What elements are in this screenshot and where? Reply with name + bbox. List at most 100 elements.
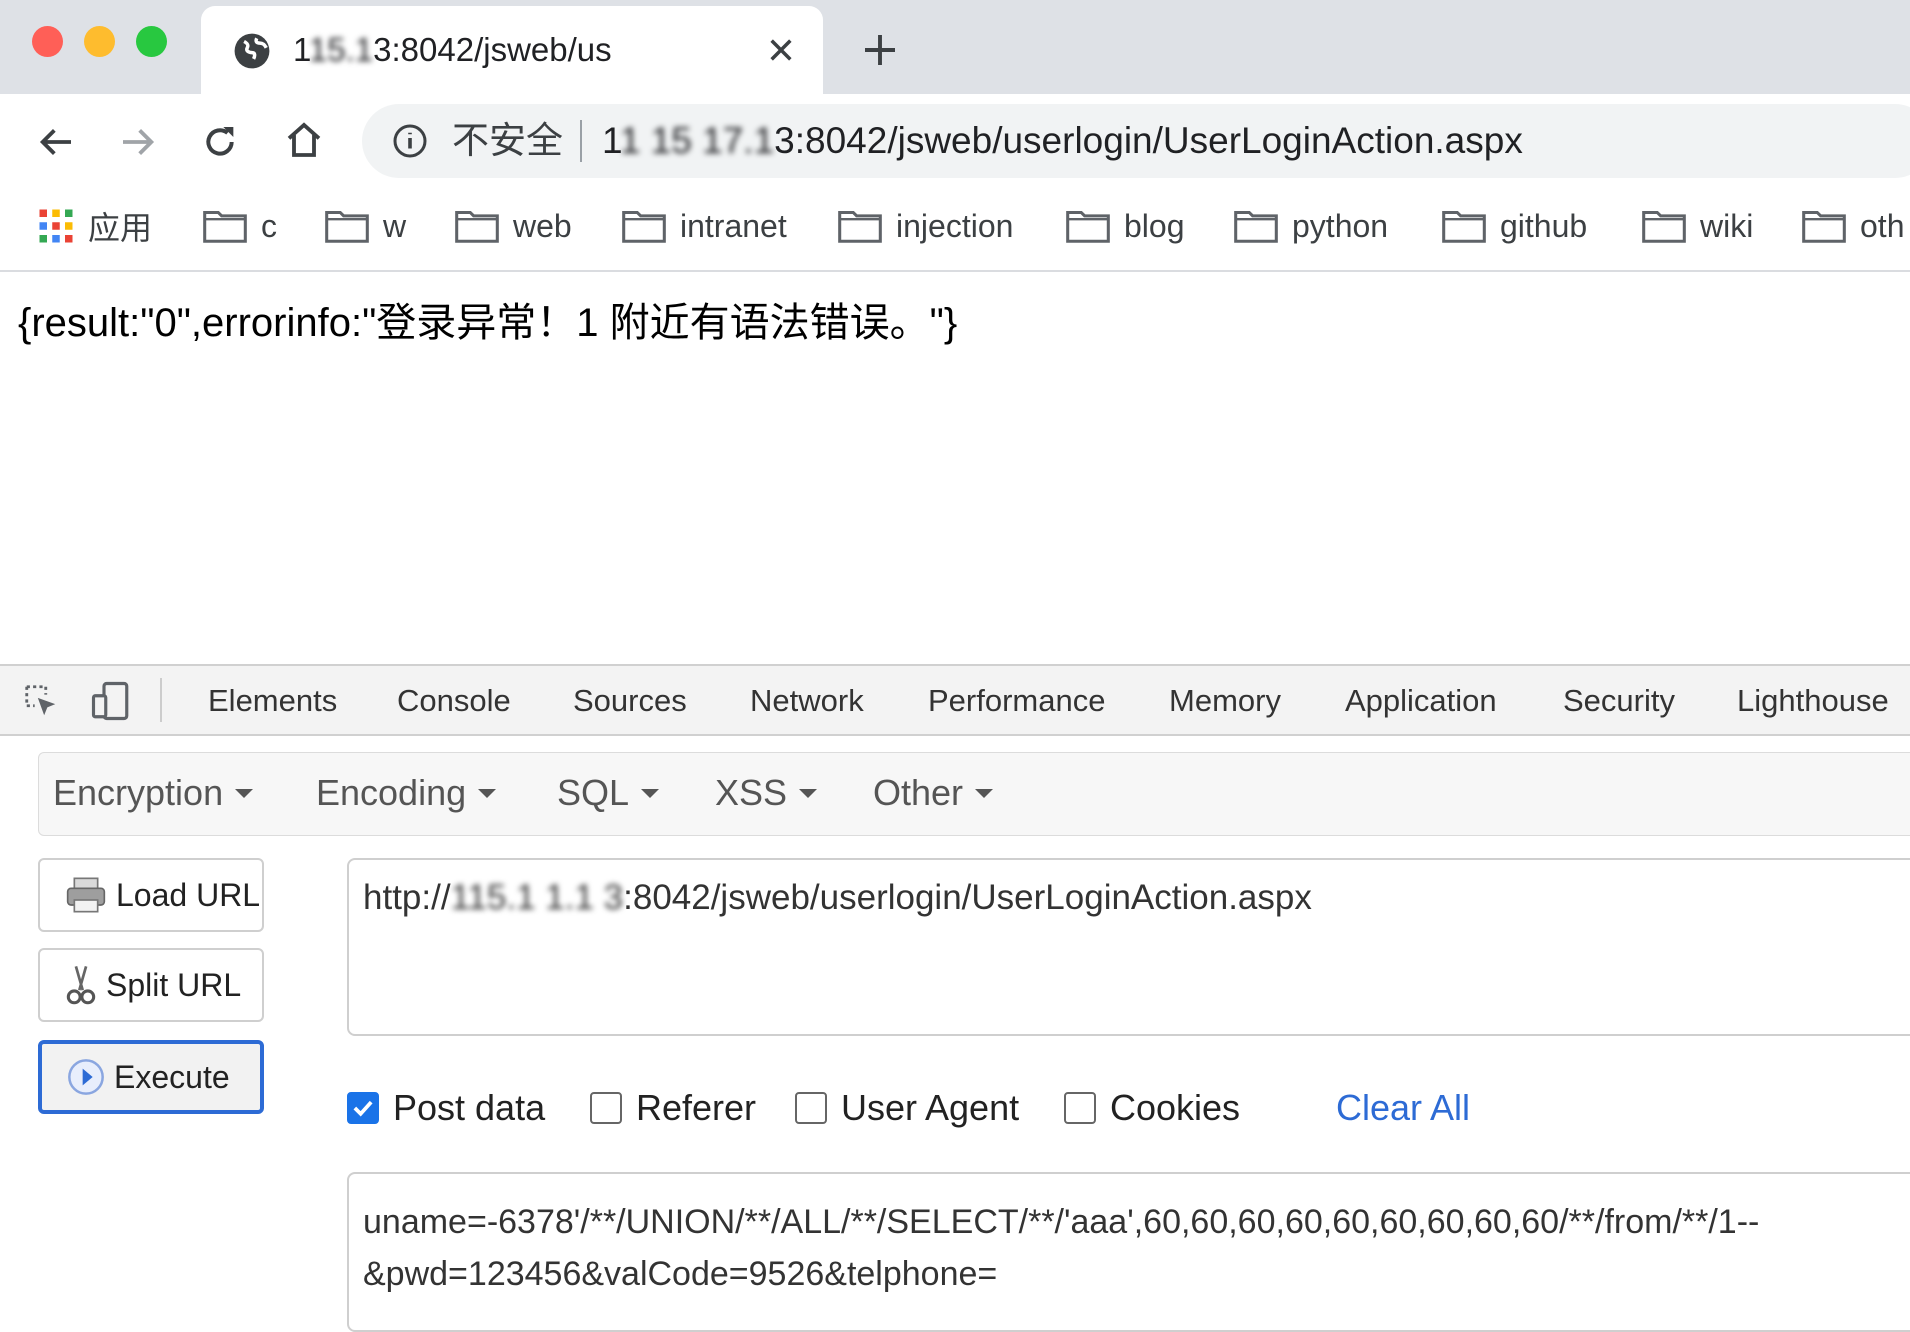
close-icon[interactable]: [767, 36, 795, 64]
tab-console[interactable]: Console: [397, 682, 511, 720]
globe-icon: [233, 32, 271, 70]
folder-icon: [203, 209, 247, 243]
option-label: Referer: [636, 1087, 757, 1128]
browser-tab[interactable]: 115.13:8042/jsweb/us: [201, 6, 823, 94]
post-data-line: &pwd=123456&valCode=9526&telphone=: [363, 1255, 998, 1293]
minimize-window-button[interactable]: [84, 26, 115, 57]
referer-checkbox[interactable]: [590, 1092, 622, 1124]
bookmark-folder[interactable]: c: [203, 204, 277, 248]
cookies-option[interactable]: Cookies: [1064, 1086, 1240, 1130]
bookmark-label: c: [261, 207, 277, 244]
clear-all-link[interactable]: Clear All: [1336, 1086, 1470, 1130]
execute-button[interactable]: Execute: [38, 1040, 264, 1114]
load-url-button[interactable]: Load URL: [38, 858, 264, 932]
omnibox-divider: [580, 120, 582, 162]
button-label: Execute: [114, 1058, 230, 1095]
folder-icon: [1802, 209, 1846, 243]
tab-security[interactable]: Security: [1563, 682, 1675, 720]
tab-performance[interactable]: Performance: [928, 682, 1105, 720]
bookmark-label: python: [1292, 207, 1389, 244]
cookies-checkbox[interactable]: [1064, 1092, 1096, 1124]
folder-icon: [838, 209, 882, 243]
hackbar-menu-bar: Encryption Encoding SQL XSS Other: [38, 752, 1910, 836]
home-icon[interactable]: [284, 120, 324, 160]
redacted-host: 15.1: [308, 31, 374, 68]
folder-icon: [1442, 209, 1486, 243]
option-label: Post data: [393, 1087, 546, 1128]
menu-sql[interactable]: SQL: [557, 773, 660, 813]
security-label[interactable]: 不安全: [452, 121, 563, 161]
device-toolbar-icon[interactable]: [90, 680, 132, 722]
post-data-option[interactable]: Post data: [347, 1086, 545, 1130]
bookmark-folder[interactable]: w: [325, 204, 406, 248]
bookmark-folder[interactable]: intranet: [622, 204, 787, 248]
scissors-icon: [64, 963, 98, 1007]
tab-memory[interactable]: Memory: [1169, 682, 1281, 720]
post-data-line: uname=-6378'/**/UNION/**/ALL/**/SELECT/*…: [363, 1203, 1760, 1241]
referer-option[interactable]: Referer: [590, 1086, 756, 1130]
split-url-button[interactable]: Split URL: [38, 948, 264, 1022]
tab-sources[interactable]: Sources: [573, 682, 687, 720]
bookmark-apps[interactable]: 应用: [38, 204, 152, 248]
bookmark-folder[interactable]: web: [455, 204, 572, 248]
bookmark-folder[interactable]: blog: [1066, 204, 1185, 248]
redacted-host: 1 15 17.1: [619, 120, 775, 161]
devtools-tab-bar: Elements Console Sources Network Perform…: [0, 666, 1910, 736]
menu-encryption[interactable]: Encryption: [53, 773, 254, 813]
inspect-element-icon[interactable]: [22, 682, 60, 720]
apps-grid-icon: [38, 208, 74, 244]
bookmark-label: web: [513, 207, 572, 244]
post-data-checkbox[interactable]: [347, 1092, 379, 1124]
caret-down-icon: [641, 788, 660, 798]
caret-down-icon: [235, 788, 254, 798]
close-window-button[interactable]: [32, 26, 63, 57]
tab-strip: 115.13:8042/jsweb/us: [0, 0, 1910, 94]
url-text[interactable]: 11 15 17.13:8042/jsweb/userlogin/UserLog…: [602, 121, 1523, 161]
option-label: Cookies: [1110, 1087, 1241, 1128]
bookmark-folder[interactable]: github: [1442, 204, 1587, 248]
menu-encoding[interactable]: Encoding: [316, 773, 497, 813]
info-icon[interactable]: [392, 123, 428, 159]
tab-title: 115.13:8042/jsweb/us: [293, 31, 612, 68]
button-label: Split URL: [106, 966, 242, 1003]
bookmarks-bar: 应用 c w web intranet injection blog pytho…: [0, 188, 1910, 272]
tab-lighthouse[interactable]: Lighthouse: [1737, 682, 1889, 720]
printer-icon: [64, 875, 108, 915]
caret-down-icon: [478, 788, 497, 798]
menu-xss[interactable]: XSS: [715, 773, 818, 813]
browser-toolbar: 不安全 11 15 17.13:8042/jsweb/userlogin/Use…: [0, 94, 1910, 188]
folder-icon: [325, 209, 369, 243]
arrow-left-icon[interactable]: [36, 122, 76, 162]
button-label: Load URL: [116, 876, 261, 913]
user-agent-checkbox[interactable]: [795, 1092, 827, 1124]
zoom-window-button[interactable]: [136, 26, 167, 57]
bookmark-folder[interactable]: wiki: [1642, 204, 1753, 248]
bookmark-folder[interactable]: injection: [838, 204, 1013, 248]
folder-icon: [1234, 209, 1278, 243]
bookmark-label: intranet: [680, 207, 787, 244]
address-bar[interactable]: 不安全 11 15 17.13:8042/jsweb/userlogin/Use…: [362, 104, 1910, 178]
bookmark-folder[interactable]: python: [1234, 204, 1388, 248]
play-icon: [66, 1057, 106, 1097]
post-data-textarea[interactable]: uname=-6378'/**/UNION/**/ALL/**/SELECT/*…: [347, 1172, 1910, 1332]
bookmark-label: wiki: [1700, 207, 1754, 244]
tab-application[interactable]: Application: [1345, 682, 1497, 720]
plus-icon[interactable]: [862, 32, 898, 68]
toolbar-divider: [160, 678, 162, 722]
tab-network[interactable]: Network: [750, 682, 864, 720]
redacted-host: 115.1 1.1 3: [450, 878, 624, 917]
menu-other[interactable]: Other: [873, 773, 994, 813]
bookmark-label: blog: [1124, 207, 1185, 244]
bookmark-folder[interactable]: oth: [1802, 204, 1904, 248]
bookmark-label: injection: [896, 207, 1014, 244]
bookmark-label: github: [1500, 207, 1588, 244]
reload-icon[interactable]: [200, 122, 240, 162]
tab-elements[interactable]: Elements: [208, 682, 337, 720]
option-label: User Agent: [841, 1087, 1020, 1128]
folder-icon: [455, 209, 499, 243]
bookmark-label: oth: [1860, 207, 1905, 244]
user-agent-option[interactable]: User Agent: [795, 1086, 1019, 1130]
folder-icon: [1642, 209, 1686, 243]
url-textarea[interactable]: http://115.1 1.1 3:8042/jsweb/userlogin/…: [347, 858, 1910, 1036]
arrow-right-icon[interactable]: [118, 122, 158, 162]
